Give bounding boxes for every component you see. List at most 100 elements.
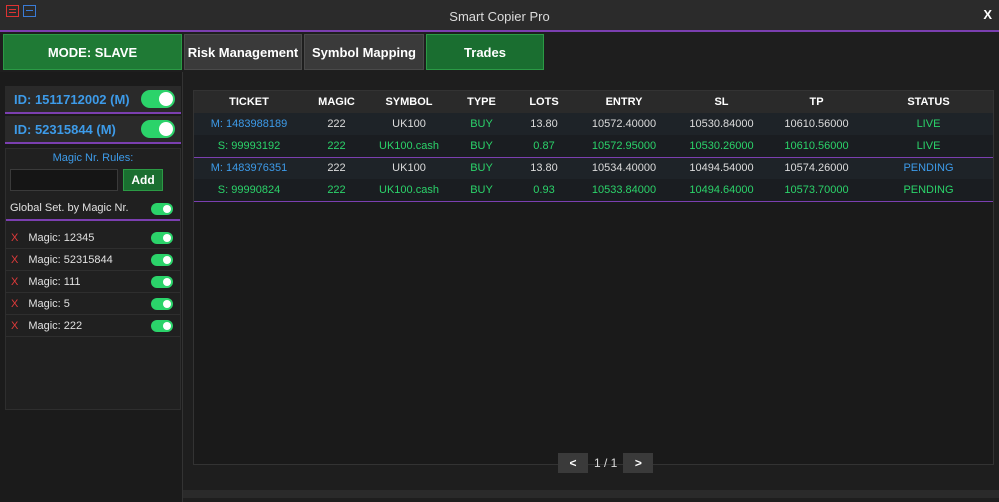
magic-cell: 222 [304, 113, 369, 135]
lots-cell: 13.80 [514, 113, 574, 135]
table-row[interactable]: M: 1483988189 222 UK100 BUY 13.80 10572.… [194, 113, 993, 135]
sidebar: ID: 1511712002 (M) ID: 52315844 (M) Magi… [0, 72, 183, 502]
tp-cell: 10610.56000 [769, 135, 864, 158]
type-cell: BUY [449, 113, 514, 135]
remove-icon[interactable]: X [11, 320, 18, 332]
ticket-cell: M: 1483988189 [194, 113, 304, 135]
table-row[interactable]: S: 99990824 222 UK100.cash BUY 0.93 1053… [194, 179, 993, 202]
global-setting-toggle[interactable] [151, 203, 173, 215]
magic-number-input[interactable] [10, 169, 118, 191]
column-header: ENTRY [574, 91, 674, 113]
column-header: TICKET [194, 91, 304, 113]
account-item[interactable]: ID: 52315844 (M) [5, 116, 181, 144]
magic-rule-toggle[interactable] [151, 254, 173, 266]
tp-cell: 10574.26000 [769, 157, 864, 179]
magic-rule-toggle[interactable] [151, 298, 173, 310]
add-button[interactable]: Add [123, 169, 163, 191]
magic-cell: 222 [304, 135, 369, 158]
magic-rule-item: X Magic: 111 [6, 271, 180, 293]
entry-cell: 10534.40000 [574, 157, 674, 179]
symbol-cell: UK100.cash [369, 179, 449, 202]
status-cell: LIVE [864, 135, 993, 158]
column-header: STATUS [864, 91, 993, 113]
remove-icon[interactable]: X [11, 232, 18, 244]
remove-icon[interactable]: X [11, 276, 18, 288]
magic-rule-toggle[interactable] [151, 232, 173, 244]
tab-symbol-mapping[interactable]: Symbol Mapping [304, 34, 424, 70]
magic-rule-label: Magic: 111 [28, 275, 81, 288]
remove-icon[interactable]: X [11, 298, 18, 310]
account-label: ID: 1511712002 (M) [14, 91, 130, 107]
magic-rule-toggle[interactable] [151, 320, 173, 332]
sl-cell: 10494.64000 [674, 179, 769, 202]
tab-trades[interactable]: Trades [426, 34, 544, 70]
status-cell: LIVE [864, 113, 993, 135]
ticket-cell: S: 99990824 [194, 179, 304, 202]
column-header: TP [769, 91, 864, 113]
magic-cell: 222 [304, 179, 369, 202]
table-row[interactable]: S: 99993192 222 UK100.cash BUY 0.87 1057… [194, 135, 993, 158]
magic-cell: 222 [304, 157, 369, 179]
magic-rule-toggle[interactable] [151, 276, 173, 288]
remove-icon[interactable]: X [11, 254, 18, 266]
lots-cell: 13.80 [514, 157, 574, 179]
type-cell: BUY [449, 157, 514, 179]
trades-table: TICKET MAGIC SYMBOL TYPE LOTS ENTRY SL T… [194, 91, 993, 202]
trades-table-container: TICKET MAGIC SYMBOL TYPE LOTS ENTRY SL T… [193, 90, 994, 473]
bottom-scrollbar[interactable] [183, 490, 999, 498]
column-header: LOTS [514, 91, 574, 113]
global-setting-row: Global Set. by Magic Nr. [6, 197, 180, 221]
sl-cell: 10530.84000 [674, 113, 769, 135]
table-header-row: TICKET MAGIC SYMBOL TYPE LOTS ENTRY SL T… [194, 91, 993, 113]
tab-bar: MODE: SLAVE Risk Management Symbol Mappi… [0, 32, 999, 72]
title-bar: Smart Copier Pro X [0, 0, 999, 32]
prev-page-button[interactable]: < [558, 453, 588, 473]
account-label: ID: 52315844 (M) [14, 121, 116, 137]
symbol-cell: UK100 [369, 113, 449, 135]
close-button[interactable]: X [983, 7, 992, 22]
ticket-cell: S: 99993192 [194, 135, 304, 158]
status-cell: PENDING [864, 157, 993, 179]
account-item[interactable]: ID: 1511712002 (M) [5, 86, 181, 114]
magic-rules-panel: Magic Nr. Rules: Add Global Set. by Magi… [5, 148, 181, 410]
tab-risk-management[interactable]: Risk Management [184, 34, 302, 70]
column-header: TYPE [449, 91, 514, 113]
type-cell: BUY [449, 179, 514, 202]
table-row[interactable]: M: 1483976351 222 UK100 BUY 13.80 10534.… [194, 157, 993, 179]
type-cell: BUY [449, 135, 514, 158]
mode-button[interactable]: MODE: SLAVE [3, 34, 182, 70]
magic-rule-item: X Magic: 12345 [6, 227, 180, 249]
magic-rule-label: Magic: 5 [28, 297, 70, 310]
column-header: MAGIC [304, 91, 369, 113]
magic-rule-label: Magic: 12345 [28, 231, 95, 244]
lots-cell: 0.93 [514, 179, 574, 202]
entry-cell: 10572.95000 [574, 135, 674, 158]
sl-cell: 10494.54000 [674, 157, 769, 179]
window-title: Smart Copier Pro [449, 9, 550, 24]
ticket-cell: M: 1483976351 [194, 157, 304, 179]
entry-cell: 10572.40000 [574, 113, 674, 135]
global-setting-label: Global Set. by Magic Nr. [10, 202, 129, 214]
account-toggle[interactable] [141, 120, 175, 138]
column-header: SL [674, 91, 769, 113]
pagination: < 1 / 1 > [558, 453, 654, 473]
magic-rule-item: X Magic: 5 [6, 293, 180, 315]
account-toggle[interactable] [141, 90, 175, 108]
entry-cell: 10533.84000 [574, 179, 674, 202]
sl-cell: 10530.26000 [674, 135, 769, 158]
symbol-cell: UK100.cash [369, 135, 449, 158]
magic-rules-title: Magic Nr. Rules: [52, 152, 134, 164]
next-page-button[interactable]: > [623, 453, 654, 473]
status-cell: PENDING [864, 179, 993, 202]
tp-cell: 10573.70000 [769, 179, 864, 202]
lots-cell: 0.87 [514, 135, 574, 158]
magic-rule-label: Magic: 222 [28, 319, 83, 332]
magic-rule-label: Magic: 52315844 [28, 253, 113, 266]
symbol-cell: UK100 [369, 157, 449, 179]
column-header: SYMBOL [369, 91, 449, 113]
page-indicator: 1 / 1 [594, 456, 618, 470]
tp-cell: 10610.56000 [769, 113, 864, 135]
main-panel: TICKET MAGIC SYMBOL TYPE LOTS ENTRY SL T… [183, 72, 999, 502]
magic-rule-item: X Magic: 52315844 [6, 249, 180, 271]
magic-rule-item: X Magic: 222 [6, 315, 180, 337]
